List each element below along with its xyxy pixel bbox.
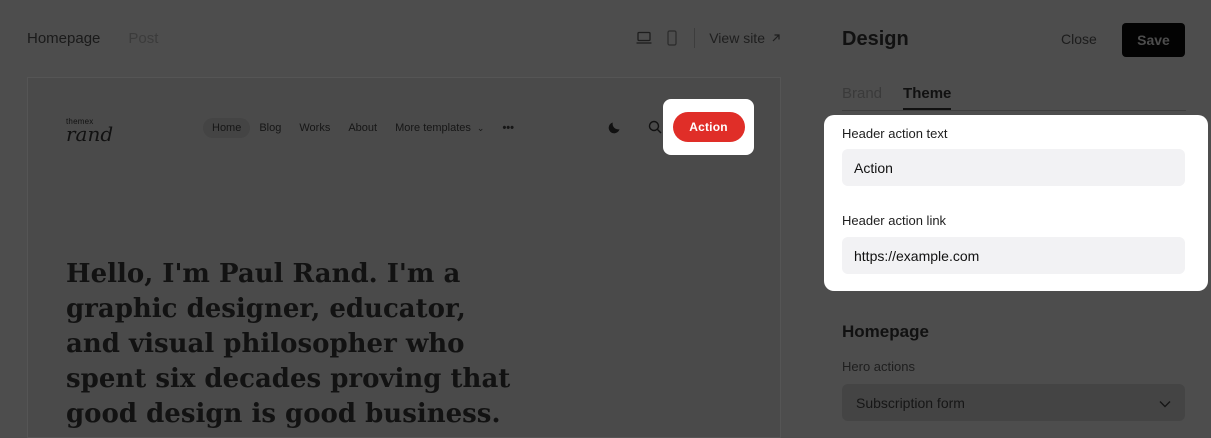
desktop-icon[interactable] xyxy=(636,30,652,46)
nav-more-dots[interactable]: ••• xyxy=(493,118,523,138)
tabs-divider xyxy=(842,110,1186,111)
search-icon[interactable] xyxy=(646,118,664,136)
nav-item-blog[interactable]: Blog xyxy=(250,118,290,138)
preview-toolbar: View site xyxy=(636,28,781,48)
page-tabs: Homepage Post xyxy=(27,30,158,47)
chevron-down-icon: ⌄ xyxy=(476,123,485,133)
hero-heading: Hello, I'm Paul Rand. I'm a graphic desi… xyxy=(66,259,511,429)
panel-title: Design xyxy=(842,28,909,50)
nav-item-home[interactable]: Home xyxy=(203,118,251,138)
site-nav: Home Blog Works About More templates ⌄ ••… xyxy=(203,118,523,138)
design-tabs: Brand Theme xyxy=(842,85,952,110)
view-site-link[interactable]: View site xyxy=(709,30,781,46)
header-action-button[interactable]: Action xyxy=(672,112,745,142)
save-button[interactable]: Save xyxy=(1122,23,1185,57)
view-site-label: View site xyxy=(709,30,765,46)
tab-brand[interactable]: Brand xyxy=(842,85,882,110)
header-action-link-label: Header action link xyxy=(842,213,947,228)
tab-post[interactable]: Post xyxy=(128,30,158,47)
mobile-icon[interactable] xyxy=(664,30,680,46)
header-action-highlight: Action xyxy=(663,99,754,155)
hero-actions-selected-value: Subscription form xyxy=(856,394,965,411)
header-action-settings-card: Header action text Header action link xyxy=(824,115,1208,291)
tab-theme[interactable]: Theme xyxy=(903,85,952,110)
site-logo[interactable]: themex rand xyxy=(66,118,114,146)
nav-item-more-templates[interactable]: More templates ⌄ xyxy=(386,118,493,138)
homepage-section-title: Homepage xyxy=(842,322,929,341)
nav-item-works[interactable]: Works xyxy=(290,118,339,138)
editor-area: Homepage Post View site themex rand Home… xyxy=(0,0,813,438)
site-header-icons xyxy=(606,118,664,136)
header-action-text-input[interactable] xyxy=(842,149,1185,186)
header-action-link-input[interactable] xyxy=(842,237,1185,274)
header-action-text-label: Header action text xyxy=(842,126,948,141)
hero-actions-label: Hero actions xyxy=(842,359,915,374)
external-arrow-icon xyxy=(771,30,781,46)
logo-big-text: rand xyxy=(66,122,114,146)
chevron-down-icon xyxy=(1159,395,1171,411)
hero-actions-select[interactable]: Subscription form xyxy=(842,384,1185,421)
tab-homepage[interactable]: Homepage xyxy=(27,30,100,47)
close-button[interactable]: Close xyxy=(1061,31,1097,47)
nav-more-templates-label: More templates xyxy=(395,122,471,134)
nav-item-about[interactable]: About xyxy=(339,118,386,138)
toolbar-divider xyxy=(694,28,696,48)
moon-icon[interactable] xyxy=(606,118,624,136)
